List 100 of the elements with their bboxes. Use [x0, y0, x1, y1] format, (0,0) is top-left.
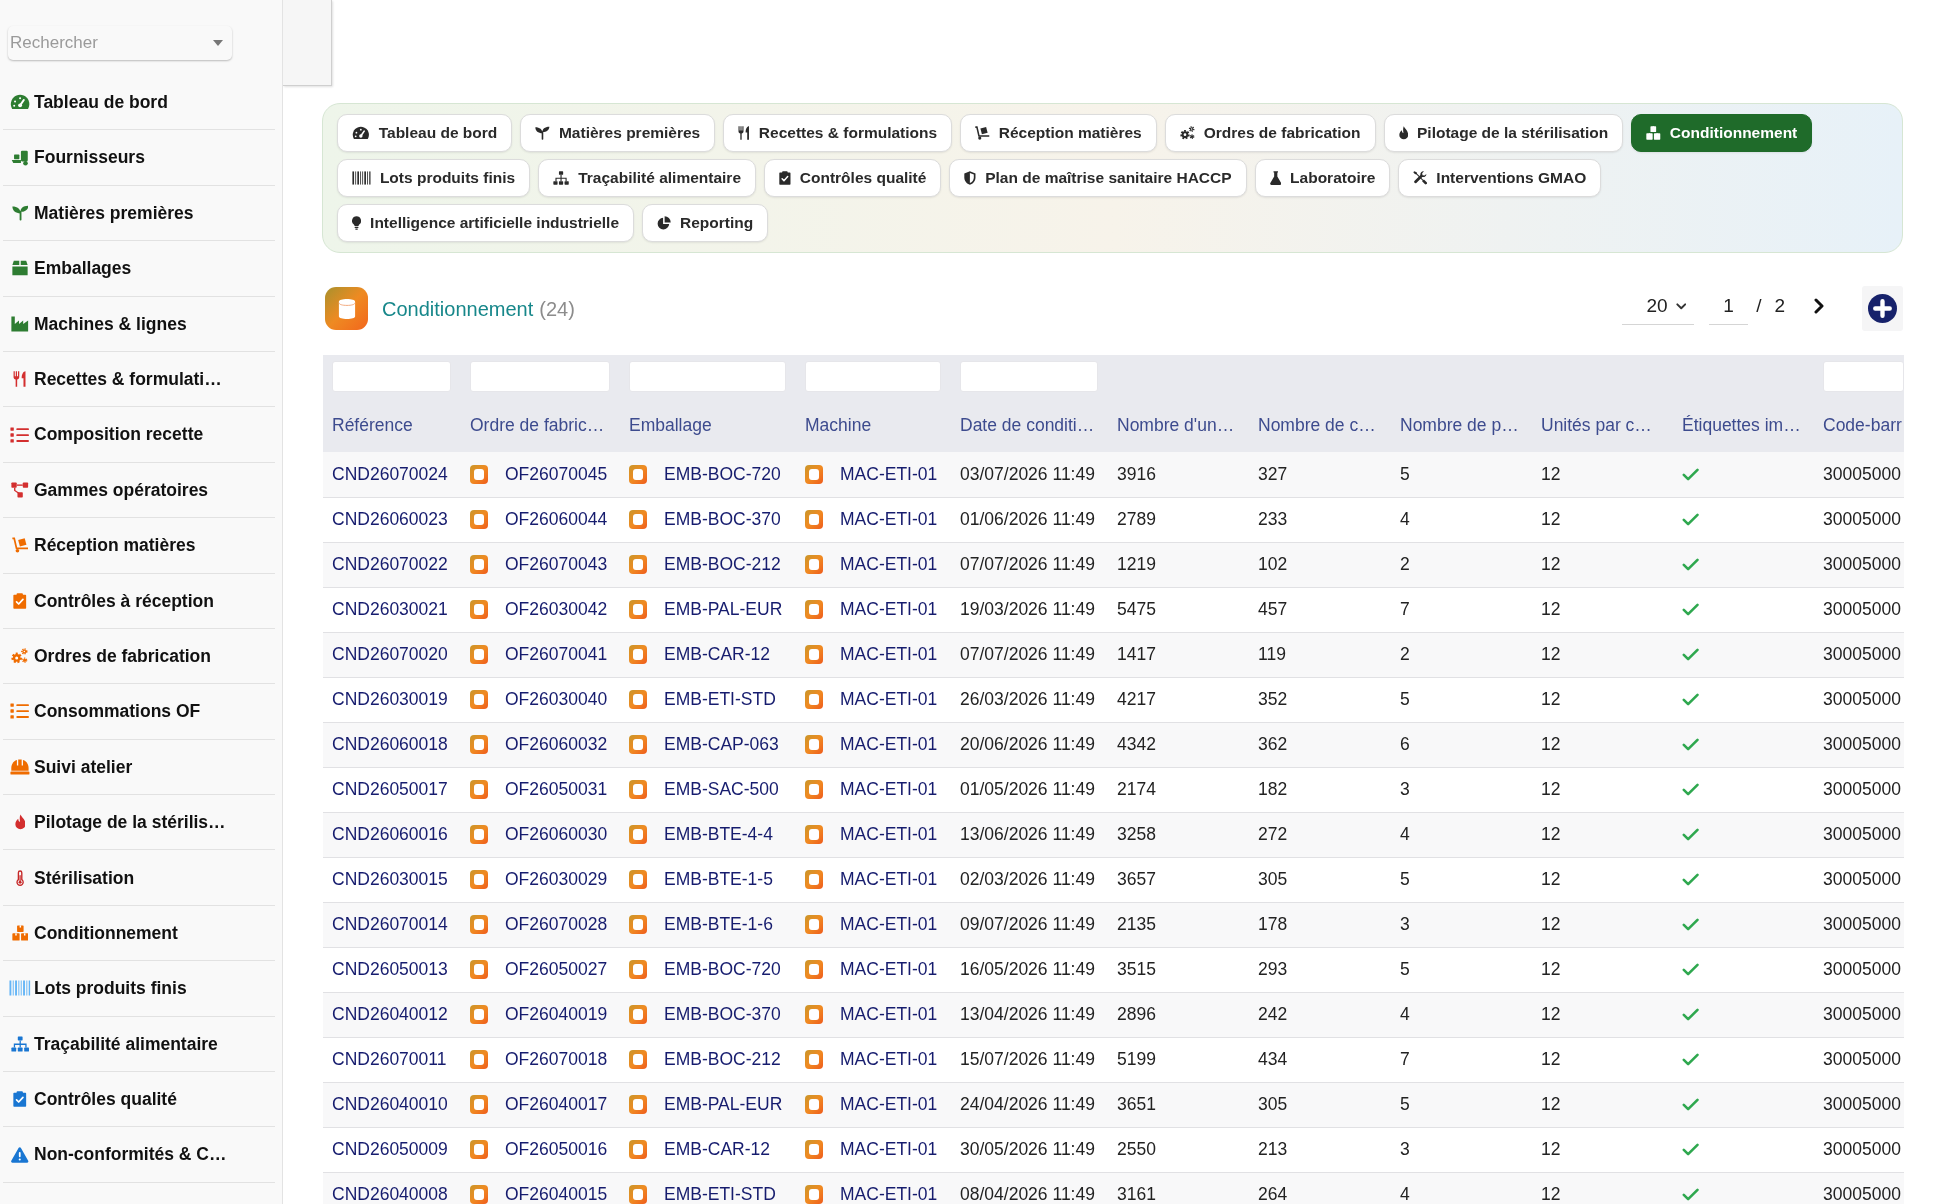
table-link[interactable]: EMB-BTE-1-6: [664, 911, 773, 938]
table-link[interactable]: OF26070028: [505, 911, 608, 938]
table-link[interactable]: MAC-ETI-01: [840, 461, 938, 488]
table-link[interactable]: EMB-SAC-500: [664, 776, 779, 803]
filter-field[interactable]: [332, 361, 451, 392]
next-page-button[interactable]: [1814, 297, 1824, 314]
sidebar-item[interactable]: Composition recette: [3, 407, 275, 463]
table-link[interactable]: CND26050013: [332, 959, 448, 980]
tab[interactable]: Interventions GMAO: [1398, 159, 1602, 197]
table-link[interactable]: OF26050027: [505, 956, 608, 983]
table-link[interactable]: OF26070041: [505, 641, 608, 668]
table-link[interactable]: CND26040012: [332, 1004, 448, 1025]
table-link[interactable]: EMB-BOC-212: [664, 551, 781, 578]
page-field[interactable]: 1: [1709, 288, 1749, 325]
sidebar-item[interactable]: Consommations OF: [3, 684, 275, 740]
table-link[interactable]: EMB-PAL-EUR: [664, 1091, 783, 1118]
filter-field[interactable]: [1823, 361, 1904, 392]
table-link[interactable]: MAC-ETI-01: [840, 506, 938, 533]
table-link[interactable]: MAC-ETI-01: [840, 1136, 938, 1163]
table-link[interactable]: CND26040010: [332, 1094, 448, 1115]
sidebar-item[interactable]: Matières premières: [3, 185, 275, 242]
table-link[interactable]: CND26030019: [332, 689, 448, 710]
tab[interactable]: Pilotage de la stérilisation: [1383, 114, 1624, 152]
sidebar-item[interactable]: Conditionnement: [3, 905, 275, 962]
table-link[interactable]: CND26060023: [332, 509, 448, 530]
sidebar-item[interactable]: Réception matières: [3, 518, 275, 574]
table-link[interactable]: CND26070022: [332, 554, 448, 575]
sidebar-item[interactable]: Contrôles qualité: [3, 1072, 275, 1128]
tab[interactable]: Plan de maîtrise sanitaire HACCP: [949, 159, 1247, 197]
table-link[interactable]: CND26050017: [332, 779, 448, 800]
table-link[interactable]: EMB-PAL-EUR: [664, 596, 783, 623]
table-link[interactable]: CND26070020: [332, 644, 448, 665]
table-link[interactable]: MAC-ETI-01: [840, 596, 938, 623]
filter-field[interactable]: [629, 361, 786, 392]
table-link[interactable]: CND26050009: [332, 1139, 448, 1160]
tab[interactable]: Réception matières: [960, 114, 1157, 152]
sidebar-item[interactable]: Pilotage de la stérilis…: [3, 795, 275, 851]
table-link[interactable]: EMB-ETI-STD: [664, 1181, 776, 1204]
table-link[interactable]: EMB-BOC-212: [664, 1046, 781, 1073]
table-link[interactable]: EMB-CAR-12: [664, 1136, 770, 1163]
tab[interactable]: Traçabilité alimentaire: [538, 159, 756, 197]
table-link[interactable]: OF26040017: [505, 1091, 608, 1118]
table-link[interactable]: OF26060030: [505, 821, 608, 848]
table-link[interactable]: CND26070024: [332, 464, 448, 485]
table-link[interactable]: MAC-ETI-01: [840, 1181, 938, 1204]
table-link[interactable]: OF26070018: [505, 1046, 608, 1073]
table-link[interactable]: OF26060032: [505, 731, 608, 758]
table-link[interactable]: CND26060018: [332, 734, 448, 755]
page-size-select[interactable]: 20: [1622, 288, 1695, 325]
table-link[interactable]: EMB-CAR-12: [664, 641, 770, 668]
table-link[interactable]: CND26070014: [332, 914, 448, 935]
table-link[interactable]: MAC-ETI-01: [840, 956, 938, 983]
tab[interactable]: Laboratoire: [1254, 159, 1391, 197]
table-link[interactable]: MAC-ETI-01: [840, 1091, 938, 1118]
table-link[interactable]: EMB-BTE-1-5: [664, 866, 773, 893]
filter-field[interactable]: [960, 361, 1098, 392]
table-link[interactable]: OF26030040: [505, 686, 608, 713]
sidebar-item[interactable]: Stérilisation: [3, 850, 275, 906]
table-link[interactable]: EMB-ETI-STD: [664, 686, 776, 713]
table-link[interactable]: EMB-BOC-720: [664, 461, 781, 488]
search-field[interactable]: Rechercher: [8, 26, 232, 60]
tab[interactable]: Lots produits finis: [337, 159, 531, 197]
sidebar-item[interactable]: Machines & lignes: [3, 296, 275, 352]
table-link[interactable]: EMB-BOC-720: [664, 956, 781, 983]
tab[interactable]: Conditionnement: [1631, 114, 1813, 152]
table-link[interactable]: MAC-ETI-01: [840, 821, 938, 848]
table-link[interactable]: OF26040019: [505, 1001, 608, 1028]
table-link[interactable]: MAC-ETI-01: [840, 911, 938, 938]
filter-field[interactable]: [470, 361, 610, 392]
table-link[interactable]: OF26070043: [505, 551, 608, 578]
tab[interactable]: Recettes & formulations: [723, 114, 953, 152]
table-link[interactable]: MAC-ETI-01: [840, 1001, 938, 1028]
table-link[interactable]: MAC-ETI-01: [840, 731, 938, 758]
table-link[interactable]: MAC-ETI-01: [840, 686, 938, 713]
sidebar-item[interactable]: Contrôles à réception: [3, 573, 275, 629]
tab[interactable]: Contrôles qualité: [764, 159, 942, 197]
sidebar-item[interactable]: Recettes & formulati…: [3, 351, 275, 408]
table-link[interactable]: CND26030015: [332, 869, 448, 890]
table-link[interactable]: OF26030042: [505, 596, 608, 623]
table-link[interactable]: EMB-CAP-063: [664, 731, 779, 758]
table-link[interactable]: EMB-BTE-4-4: [664, 821, 773, 848]
add-button[interactable]: [1862, 286, 1903, 331]
tab[interactable]: Matières premières: [520, 114, 716, 152]
table-link[interactable]: OF26050031: [505, 776, 608, 803]
table-link[interactable]: MAC-ETI-01: [840, 551, 938, 578]
tab[interactable]: Intelligence artificielle industrielle: [337, 204, 635, 242]
table-link[interactable]: CND26070011: [332, 1049, 447, 1070]
table-link[interactable]: EMB-BOC-370: [664, 1001, 781, 1028]
table-link[interactable]: MAC-ETI-01: [840, 641, 938, 668]
sidebar-item[interactable]: Gammes opératoires: [3, 462, 275, 519]
sidebar-item[interactable]: Lots produits finis: [3, 961, 275, 1017]
table-link[interactable]: OF26030029: [505, 866, 608, 893]
table-link[interactable]: OF26040015: [505, 1181, 608, 1204]
table-link[interactable]: OF26050016: [505, 1136, 608, 1163]
table-link[interactable]: EMB-BOC-370: [664, 506, 781, 533]
sidebar-item[interactable]: Emballages: [3, 241, 275, 297]
sidebar-item[interactable]: Non-conformités & C…: [3, 1127, 275, 1183]
table-link[interactable]: MAC-ETI-01: [840, 1046, 938, 1073]
tab[interactable]: Ordres de fabrication: [1164, 114, 1376, 152]
sidebar-item[interactable]: Tableau de bord: [3, 75, 275, 131]
